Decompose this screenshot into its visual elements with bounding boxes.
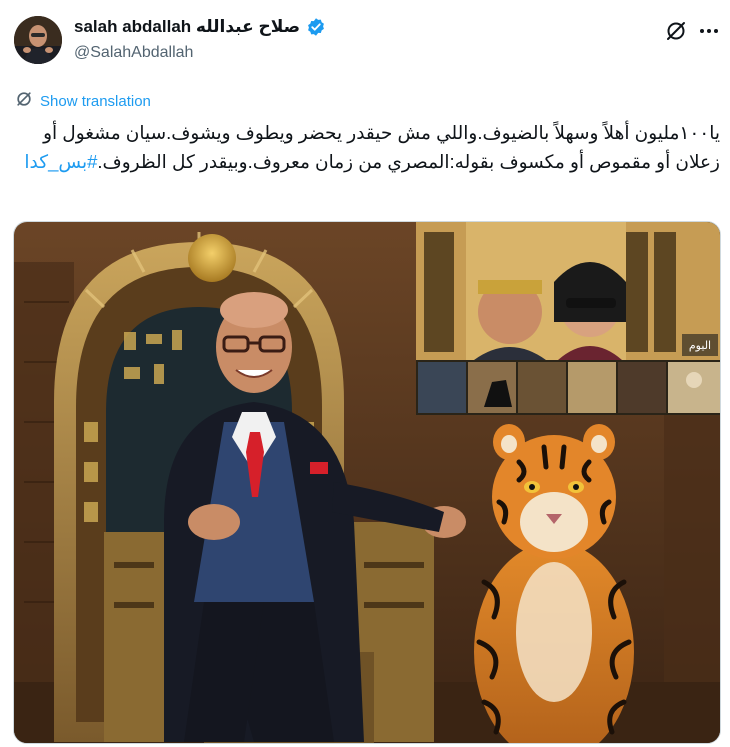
show-translation-label[interactable]: Show translation <box>40 93 151 110</box>
more-horizontal-icon[interactable] <box>697 19 721 43</box>
tweet-text: يا١٠٠مليون أهلاً وسهلاً بالضيوف.واللي مش… <box>14 118 720 176</box>
display-name[interactable]: salah abdallah صلاح عبدالله <box>74 17 300 37</box>
author-name-row[interactable]: salah abdallah صلاح عبدالله <box>74 17 326 37</box>
author-handle[interactable]: @SalahAbdallah <box>74 44 193 62</box>
inset-badge-text: اليوم <box>689 339 711 352</box>
grok-slash-icon[interactable] <box>664 19 688 43</box>
verified-badge-icon <box>306 17 326 37</box>
show-translation-button[interactable]: Show translation <box>14 89 151 114</box>
hashtag-link[interactable]: #بس_كدا <box>24 151 97 172</box>
tweet-media-image[interactable]: اليوم <box>13 221 721 744</box>
avatar[interactable] <box>14 16 62 64</box>
translate-icon <box>14 89 34 114</box>
tweet-body: يا١٠٠مليون أهلاً وسهلاً بالضيوف.واللي مش… <box>43 122 720 172</box>
